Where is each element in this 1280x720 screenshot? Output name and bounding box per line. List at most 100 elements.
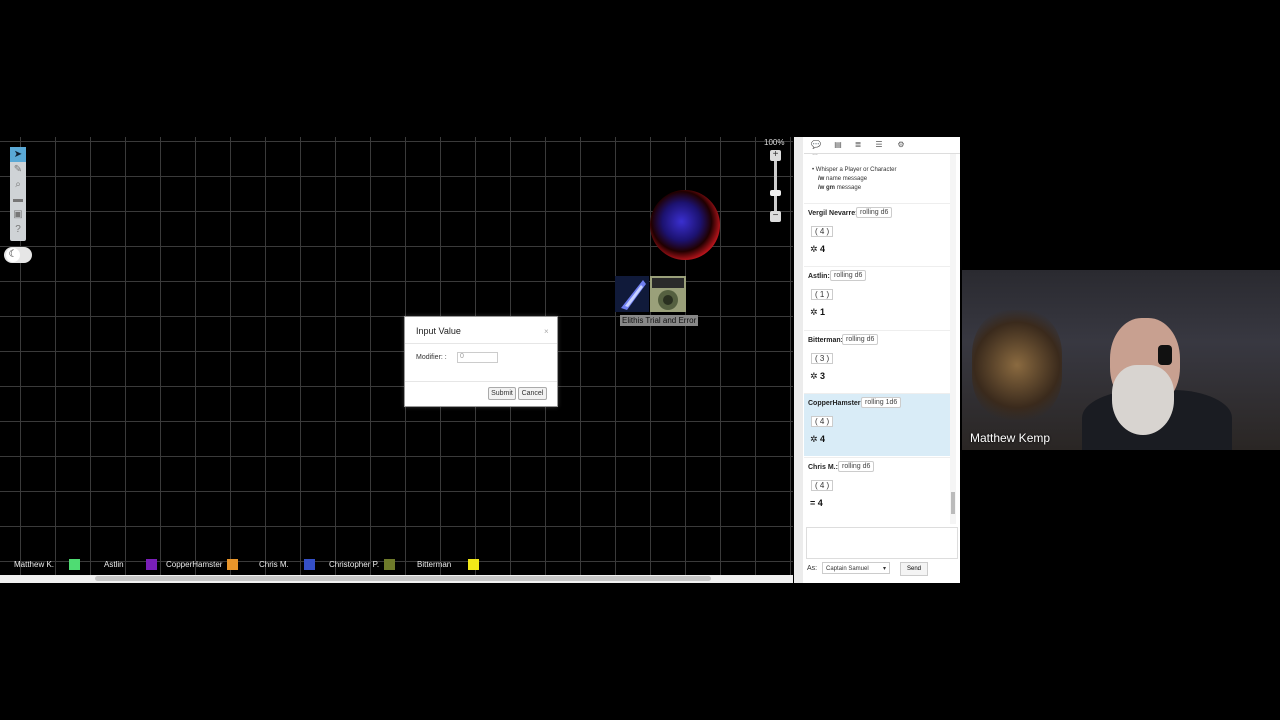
player-name: Astlin <box>104 559 124 569</box>
player-list: Matthew K. Astlin CopperHamster Chris M.… <box>0 556 793 572</box>
chat-message: Vergil Nevarre: rolling d6 ( 4 ) ✲ 4 <box>804 203 950 266</box>
close-icon[interactable]: × <box>544 327 549 336</box>
chat-message: Astlin: rolling d6 ( 1 ) ✲ 1 <box>804 266 950 329</box>
help-cmd: /w <box>818 185 825 191</box>
player-item[interactable]: Christopher P. <box>329 556 396 572</box>
send-button[interactable]: Send <box>900 562 928 576</box>
night-mode-toggle[interactable]: ☾ <box>4 247 32 263</box>
input-value-dialog: Input Value × Modifier: : 0 Submit Cance… <box>404 316 558 407</box>
zoom-tool-icon[interactable]: ⌕ <box>10 177 26 192</box>
divider <box>405 381 557 382</box>
player-item[interactable]: Astlin <box>104 556 157 572</box>
tools-token[interactable] <box>650 276 686 312</box>
dice-roll: ( 4 ) <box>811 416 834 427</box>
settings-gear-icon[interactable]: ⚙ <box>896 140 906 150</box>
crystal-token[interactable] <box>615 276 649 312</box>
chevron-down-icon: ▾ <box>882 566 886 572</box>
headset-icon <box>1158 345 1172 365</box>
player-name: CopperHamster <box>166 559 223 569</box>
message-sender: Astlin: <box>808 273 830 280</box>
chat-panel: 💬 ▤ ≣ ☰ ⚙ … • Whisper a Player or Charac… <box>794 137 960 583</box>
player-name: Christopher P. <box>329 559 380 569</box>
horizontal-scrollbar[interactable] <box>0 575 793 583</box>
speaking-as-label: As: <box>807 565 818 572</box>
player-color-swatch <box>468 558 480 570</box>
roll-result: ✲ 4 <box>810 244 826 254</box>
roll-result: ✲ 4 <box>810 434 826 444</box>
zoom-level: 100% <box>764 138 785 147</box>
help-gm: gm <box>826 185 836 191</box>
select-tool-icon[interactable]: ➤ <box>10 147 26 162</box>
sidebar-tabs: 💬 ▤ ≣ ☰ ⚙ <box>804 137 960 154</box>
tool-palette: ➤ ✎ ⌕ ▬ ▣ ? <box>10 147 26 241</box>
journal-tab-icon[interactable]: ≣ <box>853 140 863 150</box>
zoom-slider-handle[interactable] <box>770 190 781 196</box>
art-tab-icon[interactable]: ▤ <box>833 140 843 150</box>
compendium-tab-icon[interactable]: ☰ <box>874 140 884 150</box>
chat-message: Chris M.: rolling d6 ( 4 ) = 4 <box>804 457 950 520</box>
result-value: 3 <box>820 371 826 381</box>
player-color-swatch <box>145 558 157 570</box>
roll-command: rolling d6 <box>838 461 875 472</box>
modifier-label: Modifier: : <box>416 354 447 361</box>
help-line: /w gm message <box>814 184 861 193</box>
message-sender: Vergil Nevarre: <box>808 210 858 217</box>
player-color-swatch <box>69 558 81 570</box>
roll-result: ✲ 3 <box>810 371 826 381</box>
result-value: 4 <box>820 434 826 444</box>
player-item[interactable]: Chris M. <box>259 556 315 572</box>
token-name-label: Elithis Trial and Error <box>620 315 699 326</box>
message-sender: CopperHamster: <box>808 400 863 407</box>
help-text-partial: … <box>812 154 818 157</box>
dice-roll: ( 4 ) <box>811 480 834 491</box>
chat-message: CopperHamster: rolling 1d6 ( 4 ) ✲ 4 <box>804 393 950 456</box>
roll-command: rolling d6 <box>830 270 867 281</box>
help-text: name message <box>826 176 868 182</box>
cancel-button[interactable]: Cancel <box>518 387 547 400</box>
fog-tool-icon[interactable]: ▣ <box>10 207 26 222</box>
speaking-as-value: Captain Samuel <box>826 566 869 572</box>
webcam-feed: Matthew Kemp <box>962 270 1280 450</box>
scrollbar-thumb[interactable] <box>951 492 955 514</box>
moon-icon: ☾ <box>6 248 20 262</box>
roll-command: rolling d6 <box>842 334 879 345</box>
speaking-as-select[interactable]: Captain Samuel ▾ <box>822 562 890 574</box>
dice-roll: ( 3 ) <box>811 353 834 364</box>
help-text: message <box>836 185 862 191</box>
chat-tab-icon[interactable]: 💬 <box>811 140 821 150</box>
submit-button[interactable]: Submit <box>488 387 516 400</box>
message-sender: Chris M.: <box>808 464 838 471</box>
person-beard <box>1112 365 1174 435</box>
player-item[interactable]: CopperHamster <box>166 556 239 572</box>
zoom-out-icon[interactable]: − <box>770 211 781 222</box>
dialog-title: Input Value <box>416 326 461 336</box>
message-sender: Bitterman: <box>808 337 844 344</box>
player-name: Chris M. <box>259 559 289 569</box>
help-tool-icon[interactable]: ? <box>10 222 26 237</box>
help-whisper-text: Whisper a Player or Character <box>815 167 897 173</box>
help-line: /w name message <box>814 175 867 184</box>
measure-tool-icon[interactable]: ▬ <box>10 192 26 207</box>
panel-collapse-strip[interactable] <box>794 137 803 583</box>
zoom-slider[interactable] <box>774 152 777 218</box>
help-whisper-title: • Whisper a Player or Character <box>812 167 897 173</box>
modifier-input[interactable]: 0 <box>457 352 498 363</box>
chat-log: … • Whisper a Player or Character /w nam… <box>804 154 954 524</box>
help-cmd: /w <box>818 176 825 182</box>
background-lamp <box>972 310 1062 420</box>
player-name: Bitterman <box>417 559 452 569</box>
zoom-in-icon[interactable]: + <box>770 150 781 161</box>
player-name: Matthew K. <box>14 559 55 569</box>
player-item[interactable]: Bitterman <box>417 556 480 572</box>
divider <box>405 343 557 344</box>
player-item[interactable]: Matthew K. <box>14 556 81 572</box>
dice-roll: ( 4 ) <box>811 226 834 237</box>
chat-scrollbar[interactable] <box>950 154 956 524</box>
scrollbar-thumb[interactable] <box>95 576 711 581</box>
draw-tool-icon[interactable]: ✎ <box>10 162 26 177</box>
chat-input[interactable] <box>806 527 958 559</box>
dice-roll: ( 1 ) <box>811 289 834 300</box>
participant-name: Matthew Kemp <box>970 431 1051 445</box>
portal-orb-token[interactable] <box>650 190 720 260</box>
result-value: 1 <box>820 307 826 317</box>
